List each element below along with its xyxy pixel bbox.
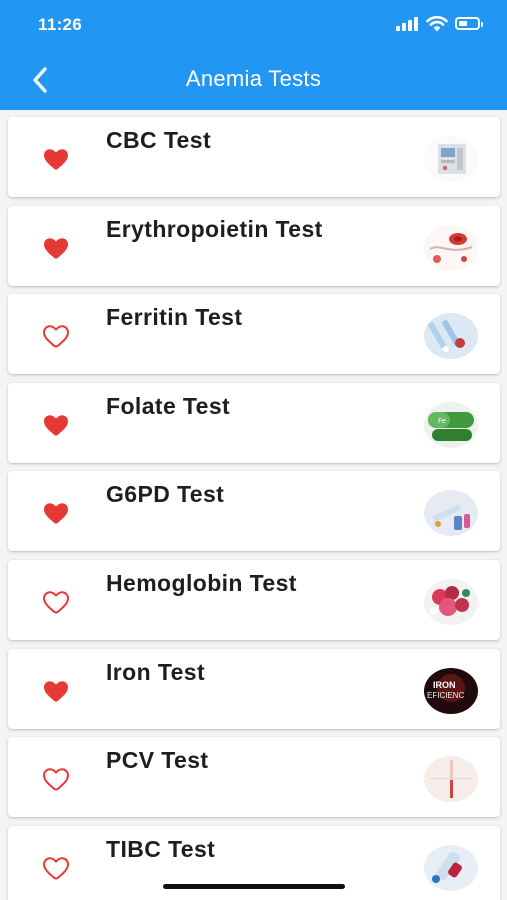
- list-item[interactable]: CBC Test: [8, 117, 500, 197]
- list-item[interactable]: Erythropoietin Test: [8, 205, 500, 286]
- green-supplement-capsules-image: Fe: [424, 401, 478, 448]
- list-item[interactable]: Folate Test Fe: [8, 382, 500, 463]
- test-name: Iron Test: [106, 658, 206, 685]
- status-bar: 11:26: [0, 0, 507, 50]
- svg-text:Fe: Fe: [438, 417, 446, 425]
- hematology-analyzer-machine-image: [424, 136, 478, 182]
- iron-deficiency-poster-image: IRONEFICIENC: [424, 667, 478, 714]
- heart-filled-icon[interactable]: [42, 501, 70, 525]
- heart-filled-icon[interactable]: [42, 679, 70, 703]
- list-item[interactable]: PCV Test: [8, 737, 500, 818]
- blood-sample-tube-image: [424, 844, 478, 891]
- test-name: Folate Test: [106, 392, 231, 419]
- hemoglobin-molecule-image: [424, 579, 478, 625]
- heart-filled-icon[interactable]: [42, 147, 70, 171]
- blood-tubes-and-pills-image: [424, 313, 478, 360]
- test-name: PCV Test: [106, 747, 209, 774]
- heart-outline-icon[interactable]: [42, 590, 70, 614]
- test-name: Erythropoietin Test: [106, 215, 323, 242]
- wifi-icon: [426, 15, 448, 32]
- heart-outline-icon[interactable]: [42, 856, 70, 880]
- home-indicator[interactable]: [163, 884, 345, 889]
- list-item[interactable]: Iron Test IRON EFICIENC: [8, 648, 500, 729]
- svg-text:IRON: IRON: [433, 680, 456, 690]
- capillary-tube-image: [424, 756, 478, 803]
- status-time: 11:26: [38, 15, 83, 34]
- test-list[interactable]: CBC Test Erythropoietin Test Ferritin Test…: [0, 110, 507, 900]
- test-name: CBC Test: [106, 127, 212, 153]
- heart-outline-icon[interactable]: [42, 324, 70, 348]
- heart-filled-icon[interactable]: [42, 236, 70, 260]
- app-header: 11:26 Anemia Tests: [0, 0, 507, 110]
- page-title: Anemia Tests: [185, 66, 322, 91]
- test-name: G6PD Test: [106, 481, 225, 508]
- red-blood-cell-diagram-image: [424, 224, 478, 271]
- list-item[interactable]: Hemoglobin Test: [8, 560, 500, 640]
- list-item[interactable]: G6PD Test: [8, 471, 500, 552]
- syringe-and-vials-image: [424, 490, 478, 537]
- battery-icon: [455, 17, 483, 30]
- test-name: TIBC Test: [106, 835, 216, 862]
- heart-filled-icon[interactable]: [42, 413, 70, 437]
- list-item[interactable]: Ferritin Test: [8, 294, 500, 375]
- cellular-signal-icon: [396, 17, 420, 31]
- test-name: Ferritin Test: [106, 304, 243, 331]
- test-name: Hemoglobin Test: [106, 570, 297, 596]
- heart-outline-icon[interactable]: [42, 767, 70, 791]
- svg-text:EFICIENC: EFICIENC: [427, 691, 465, 700]
